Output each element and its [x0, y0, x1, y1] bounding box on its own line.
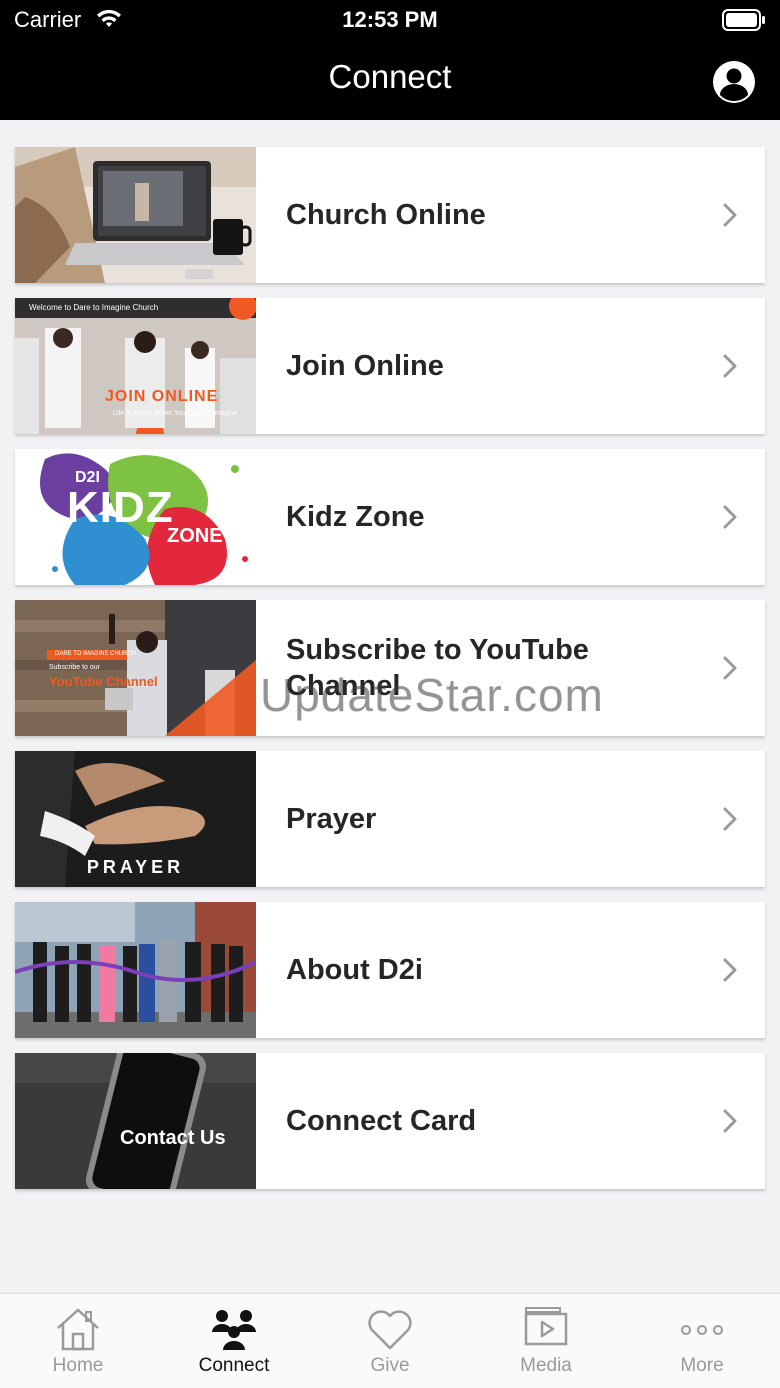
chevron-right-icon: [723, 354, 737, 378]
heart-icon: [368, 1310, 412, 1350]
item-label: About D2i: [286, 954, 423, 986]
list-item-join-online[interactable]: Welcome to Dare to Imagine Church JOIN O…: [15, 298, 765, 434]
chevron-right-icon: [723, 656, 737, 680]
thumb-title: KIDZ: [67, 483, 174, 532]
battery-icon: [722, 9, 765, 31]
join-online-banner: Welcome to Dare to Imagine Church JOIN O…: [15, 298, 256, 434]
thumb-header: DARE TO IMAGINE CHURCH: [55, 651, 137, 657]
tab-more[interactable]: More: [624, 1294, 780, 1388]
home-icon: [57, 1308, 99, 1351]
tab-media[interactable]: Media: [468, 1294, 624, 1388]
ribbon-cutting-photo: [15, 902, 256, 1038]
page-title: Connect: [328, 58, 452, 95]
thumb-sub: Subscribe to our: [49, 664, 100, 671]
tab-give[interactable]: Give: [312, 1294, 468, 1388]
tab-label: Media: [520, 1355, 572, 1376]
list-item-connect-card[interactable]: Contact Us Connect Card: [15, 1053, 765, 1189]
media-icon: [524, 1307, 568, 1346]
people-icon: [212, 1310, 256, 1350]
user-circle-icon[interactable]: [712, 60, 756, 104]
item-label: Kidz Zone: [286, 501, 425, 533]
tab-label: More: [680, 1355, 724, 1376]
youtube-banner: DARE TO IMAGINE CHURCH Subscribe to our …: [15, 600, 256, 736]
tab-label: Give: [370, 1355, 410, 1376]
chevron-right-icon: [723, 203, 737, 227]
list-item-kidz-zone[interactable]: D2I KIDZ ZONE Kidz Zone: [15, 449, 765, 585]
phone-photo: [15, 1053, 256, 1189]
thumb-title: PRAYER: [86, 857, 185, 877]
thumb-sub: ZONE: [167, 525, 223, 547]
more-dots-icon: [681, 1325, 723, 1335]
thumb-header: Welcome to Dare to Imagine Church: [29, 303, 159, 312]
chevron-right-icon: [723, 958, 737, 982]
thumb-title: Contact Us: [120, 1127, 226, 1149]
list-item-church-online[interactable]: Church Online: [15, 147, 765, 283]
thumb-title: YouTube Channel: [49, 674, 158, 689]
list-item-prayer[interactable]: PRAYER Prayer: [15, 751, 765, 887]
item-label: Connect Card: [286, 1105, 477, 1137]
connect-list: Church Online Welcome to Dare to Imagine…: [15, 147, 765, 1204]
tab-bar: Home Connect Give Media More: [0, 1293, 780, 1388]
tab-connect[interactable]: Connect: [156, 1294, 312, 1388]
laptop-livestream-image: [15, 147, 256, 283]
kidz-zone-logo: D2I KIDZ ZONE: [15, 449, 256, 585]
status-bar: Carrier 12:53 PM: [0, 0, 780, 40]
chevron-right-icon: [723, 807, 737, 831]
prayer-hands-image: PRAYER: [15, 751, 256, 887]
tab-label: Connect: [198, 1355, 270, 1376]
phone-contact-image: Contact Us: [15, 1053, 256, 1189]
chevron-right-icon: [723, 505, 737, 529]
thumb-caption: Life is Better When You Dare to Imagine: [113, 410, 238, 417]
item-label: Subscribe to YouTube Channel: [286, 634, 589, 702]
tab-label: Home: [52, 1355, 104, 1376]
nav-bar: Connect: [0, 40, 780, 120]
list-item-about[interactable]: About D2i: [15, 902, 765, 1038]
tab-home[interactable]: Home: [0, 1294, 156, 1388]
chevron-right-icon: [723, 1109, 737, 1133]
thumb-title: JOIN ONLINE: [105, 388, 219, 405]
item-label: Church Online: [286, 199, 486, 231]
status-time: 12:53 PM: [342, 7, 438, 32]
item-label: Prayer: [286, 803, 377, 835]
item-label: Join Online: [286, 350, 444, 382]
list-item-youtube[interactable]: DARE TO IMAGINE CHURCH Subscribe to our …: [15, 600, 765, 736]
